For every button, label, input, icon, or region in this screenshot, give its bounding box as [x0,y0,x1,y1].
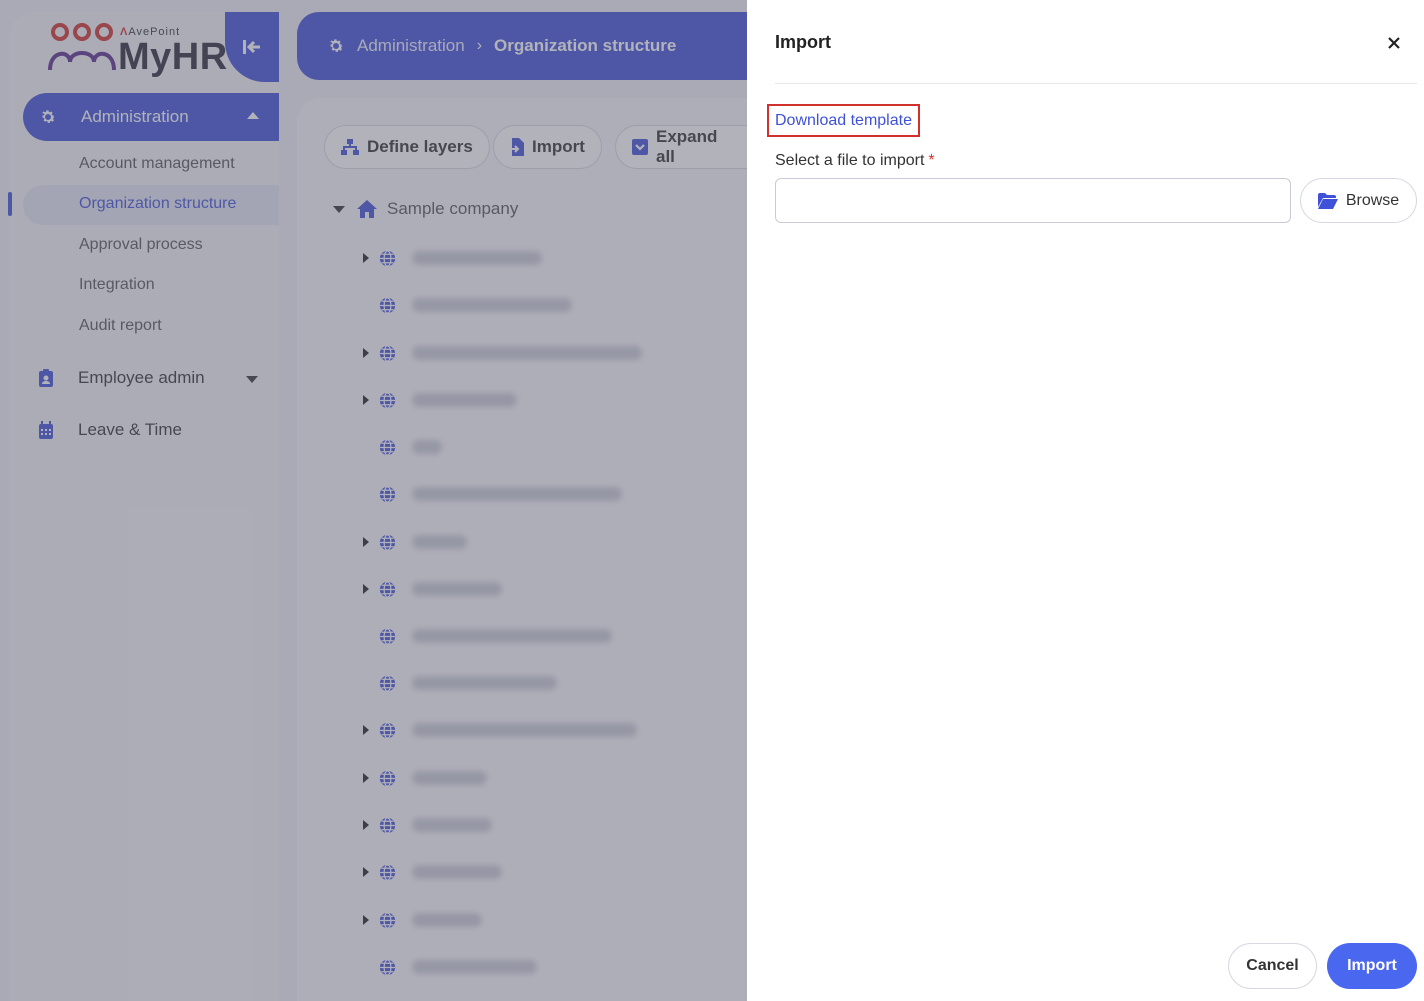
browse-label: Browse [1345,191,1400,209]
import-drawer: Import Download template Select a file t… [747,0,1424,1001]
folder-open-icon [1317,192,1338,209]
import-button[interactable]: Import [1327,943,1417,989]
required-mark: * [928,152,935,169]
browse-button[interactable]: Browse [1300,178,1417,223]
drawer-title: Import [775,32,831,52]
download-template-link[interactable]: Download template [767,104,920,137]
file-path-input[interactable] [775,178,1291,223]
cancel-button[interactable]: Cancel [1228,943,1317,989]
close-button[interactable] [1381,30,1407,56]
header-divider [775,83,1417,84]
file-field-label-text: Select a file to import [775,152,925,169]
close-icon [1388,37,1400,49]
file-field-label: Select a file to import * [775,152,935,170]
